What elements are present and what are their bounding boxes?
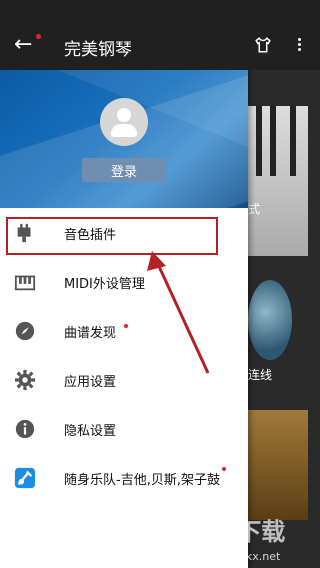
tshirt-icon[interactable] [254, 36, 272, 54]
background-content: 式 连线 [248, 70, 320, 568]
compass-icon [15, 321, 35, 341]
new-badge-dot [124, 324, 128, 328]
menu-item-label: 随身乐队-吉他,贝斯,架子鼓 [64, 473, 220, 488]
menu-item-label: 隐私设置 [64, 424, 117, 439]
globe-image [248, 280, 292, 360]
more-options-icon[interactable] [295, 36, 303, 56]
navigation-drawer: 登录 音色插件 MIDI外设管理 曲谱发现 应用设置 隐私设置 随身乐队-吉他,… [0, 70, 248, 568]
band-app-icon [14, 467, 36, 489]
avatar[interactable] [100, 98, 148, 146]
new-badge-dot [222, 467, 226, 471]
top-app-bar: ← 完美钢琴 [0, 0, 320, 70]
menu-item-midi[interactable]: MIDI外设管理 [0, 257, 248, 306]
notification-dot [36, 34, 41, 39]
watermark-url: www.kkx.net [210, 550, 281, 563]
gear-icon [14, 369, 36, 391]
menu-item-sheet-discovery[interactable]: 曲谱发现 [0, 306, 248, 355]
folder-image [248, 410, 308, 520]
piano-image [248, 106, 308, 256]
drawer-header: 登录 [0, 70, 248, 208]
app-title: 完美钢琴 [64, 40, 132, 60]
menu-item-app-settings[interactable]: 应用设置 [0, 355, 248, 404]
back-arrow-icon[interactable]: ← [14, 34, 32, 56]
menu-item-privacy-settings[interactable]: 隐私设置 [0, 404, 248, 453]
login-button[interactable]: 登录 [82, 158, 166, 182]
watermark-logo: KK下载 [200, 518, 286, 546]
annotation-highlight-box [6, 217, 218, 255]
background-label: 连线 [248, 368, 273, 382]
background-label: 式 [248, 202, 261, 216]
info-icon [15, 419, 35, 439]
menu-item-label: 曲谱发现 [64, 326, 117, 341]
menu-item-label: MIDI外设管理 [64, 277, 145, 292]
menu-item-label: 应用设置 [64, 375, 117, 390]
midi-icon [14, 275, 36, 291]
menu-item-pocket-band[interactable]: 随身乐队-吉他,贝斯,架子鼓 [0, 453, 248, 502]
